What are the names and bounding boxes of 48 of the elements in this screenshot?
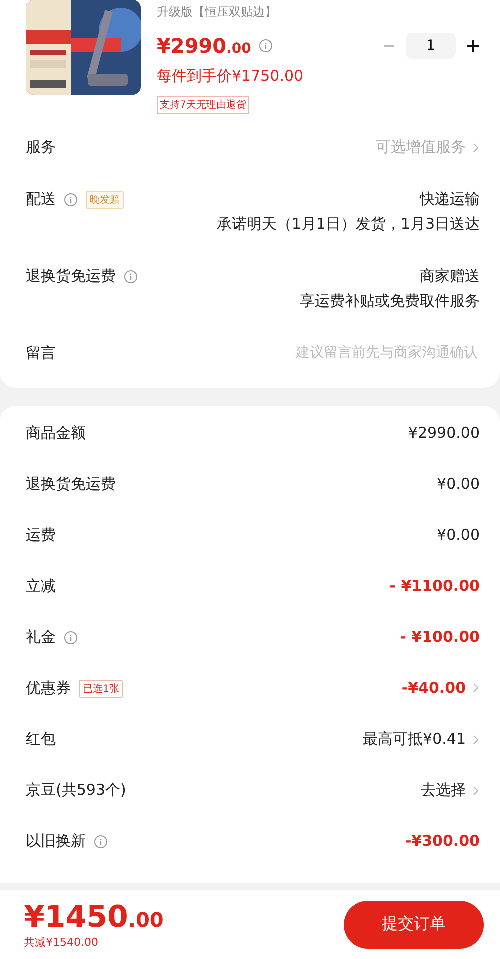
row-value: 享运费补贴或免费取件服务 [300,292,480,311]
row-label: 立减 [26,577,56,596]
chevron-right-icon[interactable] [472,784,480,796]
return-policy-tag: 支持7天无理由退货 [157,96,250,114]
row-label: 退换货免运费 [26,475,116,494]
message-field[interactable]: 建议留言前先与商家沟通确认 [240,344,480,362]
row-label: 运费 [26,526,56,545]
amount-value: 去选择 [421,781,466,800]
product-variant: 升级版【恒压双贴边】 [157,4,278,21]
info-icon[interactable] [64,630,78,644]
amount-value: 最高可抵¥0.41 [363,730,466,749]
chevron-right-icon[interactable] [472,142,480,154]
total-price: ¥1450.00 [24,900,164,934]
total-savings: 共减¥1540.00 [24,934,100,950]
amount-value: ¥2990.00 [408,424,480,442]
row-label: 京豆(共593个) [26,781,126,800]
info-icon[interactable] [259,39,274,53]
row-value: 可选增值服务 [376,138,466,157]
row-label: 优惠券 [26,679,71,698]
chevron-right-icon[interactable] [472,682,480,694]
amount-value: -¥300.00 [405,832,480,850]
row-label: 以旧换新 [26,832,86,851]
info-icon[interactable] [64,192,78,206]
row-label: 留言 [26,344,56,363]
row-label: 礼金 [26,628,56,647]
coupon-count-tag: 已选1张 [79,680,124,698]
amount-value: - ¥1100.00 [390,577,480,595]
row-label: 退换货免运费 [26,267,116,286]
row-value: 承诺明天（1月1日）发货，1月3日送达 [216,215,480,234]
product-price: ¥2990.00 [157,34,252,58]
quantity-field[interactable]: 1 [406,33,456,59]
row-value: 快递运输 [420,190,480,209]
late-compensation-tag: 晚发赔 [86,190,124,208]
row-label: 配送 [26,190,56,209]
row-value: 商家赠送 [420,267,480,286]
amount-value: -¥40.00 [402,679,466,697]
info-icon[interactable] [124,270,138,284]
amount-value: - ¥100.00 [400,628,480,646]
info-icon[interactable] [94,834,108,848]
chevron-right-icon[interactable] [472,734,480,746]
amount-value: ¥0.00 [437,475,480,493]
unit-price: 每件到手价¥1750.00 [157,67,305,86]
row-label: 服务 [26,138,56,157]
submit-order-button[interactable]: 提交订单 [344,900,484,948]
row-label: 红包 [26,730,56,749]
plus-icon[interactable] [466,39,480,53]
row-label: 商品金额 [26,424,86,443]
amount-value: ¥0.00 [437,526,480,544]
